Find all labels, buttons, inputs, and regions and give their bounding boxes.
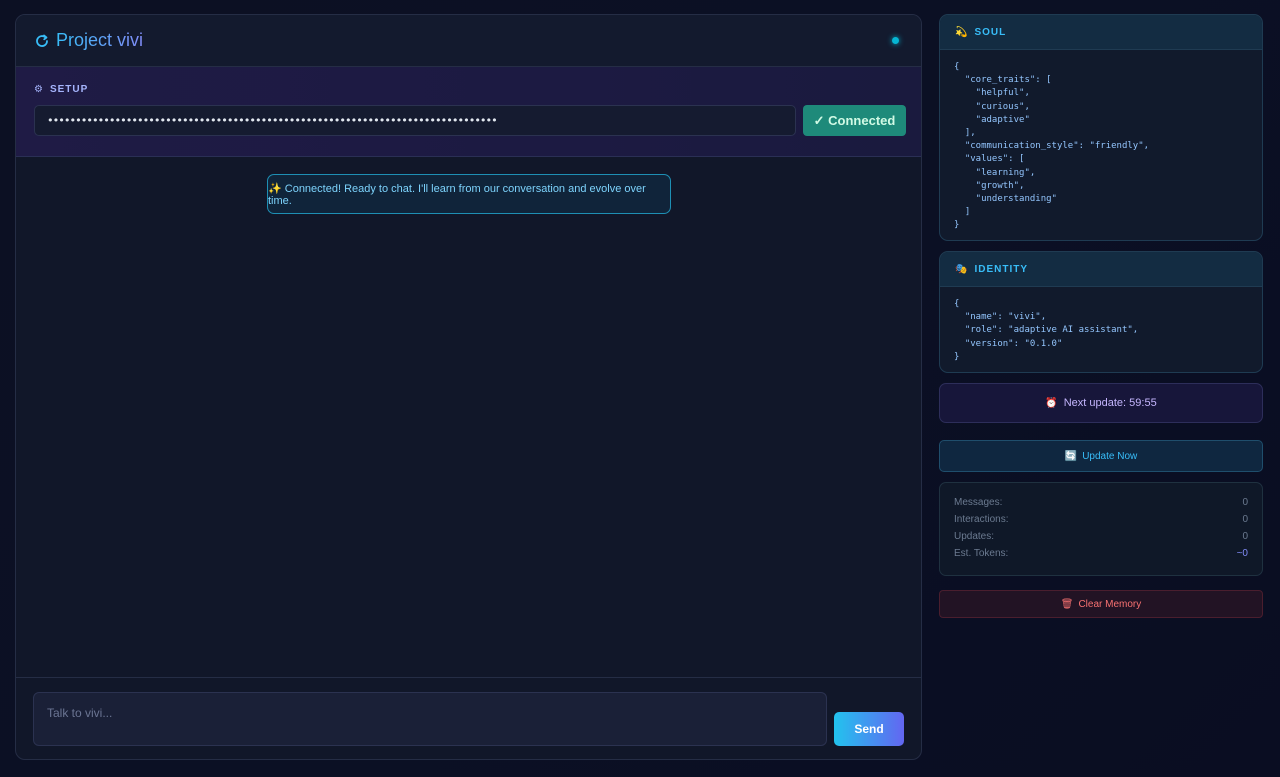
trash-icon: 🗑 bbox=[1060, 598, 1074, 610]
soul-label: SOUL bbox=[974, 26, 1007, 38]
identity-card: 🎭 IDENTITY { "name": "vivi", "role": "ad… bbox=[939, 251, 1263, 373]
stat-label: Interactions: bbox=[954, 514, 1009, 525]
stat-row: Updates: 0 bbox=[954, 531, 1248, 548]
setup-section: ⚙ SETUP ✓ Connected bbox=[16, 67, 921, 157]
chat-panel: Project vivi ⚙ SETUP ✓ Connected ✨ Conne… bbox=[15, 14, 922, 760]
stat-label: Updates: bbox=[954, 531, 995, 542]
soul-header: 💫 SOUL bbox=[940, 15, 1262, 50]
identity-json: { "name": "vivi", "role": "adaptive AI a… bbox=[954, 299, 1139, 362]
alarm-clock-icon: ⏰ bbox=[1045, 397, 1058, 409]
stat-label: Messages: bbox=[954, 497, 1003, 508]
connect-button[interactable]: ✓ Connected bbox=[803, 105, 906, 136]
identity-label: IDENTITY bbox=[974, 263, 1029, 275]
chat-header: Project vivi bbox=[16, 15, 921, 67]
system-message: ✨ Connected! Ready to chat. I'll learn f… bbox=[267, 174, 671, 214]
stats-panel: Messages: 0 Interactions: 0 Updates: 0 E… bbox=[939, 482, 1263, 576]
stat-value: 0 bbox=[1242, 497, 1248, 508]
refresh-icon[interactable] bbox=[34, 33, 50, 49]
soul-card: 💫 SOUL { "core_traits": [ "helpful", "cu… bbox=[939, 14, 1263, 241]
stat-label: Est. Tokens: bbox=[954, 548, 1009, 559]
update-now-button[interactable]: 🔄 Update Now bbox=[939, 440, 1263, 472]
send-button[interactable]: Send bbox=[834, 712, 904, 746]
soul-json: { "core_traits": [ "helpful", "curious",… bbox=[954, 62, 1150, 231]
refresh-icon: 🔄 bbox=[1064, 450, 1078, 462]
setup-header: ⚙ SETUP bbox=[34, 84, 904, 95]
setup-label: SETUP bbox=[49, 84, 89, 95]
stat-row: Interactions: 0 bbox=[954, 514, 1248, 531]
page-title: Project vivi bbox=[56, 30, 144, 50]
message-input[interactable] bbox=[33, 692, 828, 746]
clear-memory-label: Clear Memory bbox=[1078, 598, 1142, 610]
update-now-label: Update Now bbox=[1082, 450, 1138, 462]
stat-row: Messages: 0 bbox=[954, 497, 1248, 514]
stat-value: ~0 bbox=[1236, 548, 1248, 559]
gear-icon: ⚙ bbox=[34, 84, 44, 95]
stat-value: 0 bbox=[1242, 514, 1248, 525]
masks-icon: 🎭 bbox=[955, 263, 969, 275]
message-list: ✨ Connected! Ready to chat. I'll learn f… bbox=[16, 157, 921, 679]
identity-header: 🎭 IDENTITY bbox=[940, 252, 1262, 287]
soul-icon: 💫 bbox=[955, 26, 969, 38]
stat-row: Est. Tokens: ~0 bbox=[954, 548, 1248, 565]
next-update-text: Next update: 59:55 bbox=[1063, 397, 1157, 409]
connection-status-dot bbox=[892, 37, 899, 44]
api-key-input[interactable] bbox=[34, 105, 796, 136]
composer: Send bbox=[16, 677, 921, 759]
stat-value: 0 bbox=[1242, 531, 1248, 542]
clear-memory-button[interactable]: 🗑 Clear Memory bbox=[939, 590, 1263, 618]
next-update-timer: ⏰ Next update: 59:55 bbox=[939, 383, 1263, 423]
